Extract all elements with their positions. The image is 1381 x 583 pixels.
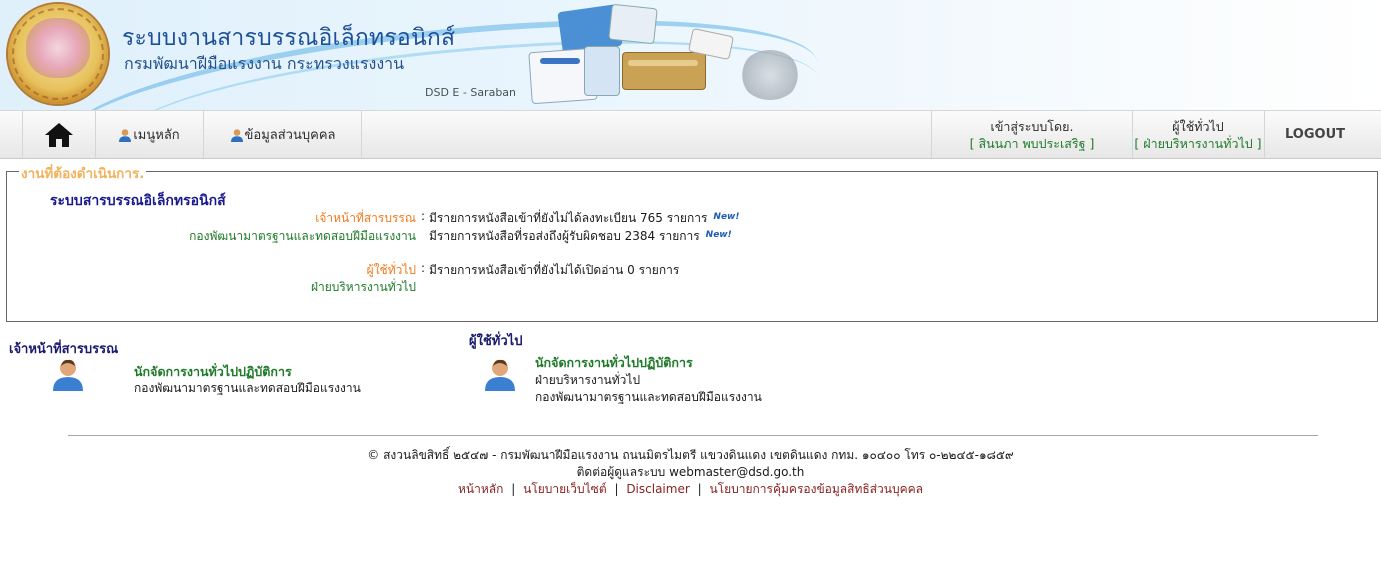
person-avatar-icon (485, 359, 515, 391)
personal-info-label: ข้อมูลส่วนบุคคล (244, 128, 336, 143)
footer-links: หน้าหลัก | นโยบายเว็บไซต์ | Disclaimer |… (458, 482, 923, 496)
task-role: ฝ่ายบริหารงานทั่วไป (310, 280, 416, 294)
login-user[interactable]: [ สินนภา พบประเสริฐ ] (970, 135, 1095, 152)
login-label: เข้าสู่ระบบโดย. (990, 118, 1074, 134)
person-unit: กองพัฒนามาตรฐานและทดสอบฝีมือแรงงาน (134, 381, 361, 395)
task-message-link[interactable]: มีรายการหนังสือที่รอส่งถึงผู้รับผิดชอบ 2… (429, 227, 732, 246)
system-code: DSD E - Saraban (425, 86, 517, 99)
person-avatar-icon (53, 359, 83, 391)
site-title: ระบบงานสารบรรณอิเล็กทรอนิกส์ (122, 25, 456, 51)
person-unit: กองพัฒนามาตรฐานและทดสอบฝีมือแรงงาน (535, 390, 762, 404)
footer-link-disclaimer[interactable]: Disclaimer (626, 482, 689, 496)
department-logo (8, 4, 108, 104)
top-navbar: เมนูหลัก ข้อมูลส่วนบุคคล เข้าสู่ระบบโดย.… (0, 110, 1381, 159)
logout-label: LOGOUT (1284, 127, 1346, 142)
section-title: ผู้ใช้ทั่วไป (469, 334, 523, 349)
home-icon (45, 122, 73, 147)
footer-link-privacy-policy[interactable]: นโยบายการคุ้มครองข้อมูลสิทธิส่วนบุคคล (709, 482, 923, 496)
user-icon (230, 128, 243, 142)
person-position-link[interactable]: นักจัดการงานทั่วไปปฏิบัติการ (535, 353, 693, 373)
task-message-link[interactable]: มีรายการหนังสือเข้าที่ยังไม่ได้เปิดอ่าน … (429, 261, 679, 280)
site-subtitle: กรมพัฒนาฝีมือแรงงาน กระทรวงแรงงาน (124, 54, 405, 73)
logout-button[interactable]: LOGOUT (1265, 111, 1365, 158)
site-banner: ระบบงานสารบรรณอิเล็กทรอนิกส์ กรมพัฒนาฝีม… (0, 0, 1381, 110)
personal-info-link[interactable]: ข้อมูลส่วนบุคคล (204, 111, 362, 158)
footer-divider (68, 435, 1318, 436)
pending-tasks-panel: งานที่ต้องดำเนินการ. ระบบสารบรรณอิเล็กทร… (6, 162, 1378, 322)
new-badge: New! (713, 212, 740, 222)
main-menu-link[interactable]: เมนูหลัก (95, 111, 204, 158)
task-role: กองพัฒนามาตรฐานและทดสอบฝีมือแรงงาน (189, 229, 416, 243)
main-menu-label: เมนูหลัก (133, 128, 180, 143)
role-unit[interactable]: [ ฝ่ายบริหารงานทั่วไป ] (1134, 135, 1261, 152)
role-info: ผู้ใช้ทั่วไป [ ฝ่ายบริหารงานทั่วไป ] (1132, 111, 1265, 158)
user-icon (119, 128, 132, 142)
section-title: เจ้าหน้าที่สารบรรณ (9, 342, 119, 357)
footer-link-home[interactable]: หน้าหลัก (458, 482, 503, 496)
login-info: เข้าสู่ระบบโดย. [ สินนภา พบประเสริฐ ] (931, 111, 1133, 158)
role-label: ผู้ใช้ทั่วไป (1172, 118, 1224, 134)
new-badge: New! (705, 230, 732, 240)
tasks-legend: งานที่ต้องดำเนินการ. (19, 162, 147, 184)
footer-link-website-policy[interactable]: นโยบายเว็บไซต์ (523, 482, 607, 496)
task-role: เจ้าหน้าที่สารบรรณ (315, 211, 416, 225)
task-message-link[interactable]: มีรายการหนังสือเข้าที่ยังไม่ได้ลงทะเบียน… (429, 209, 739, 228)
home-button[interactable] (22, 111, 96, 158)
